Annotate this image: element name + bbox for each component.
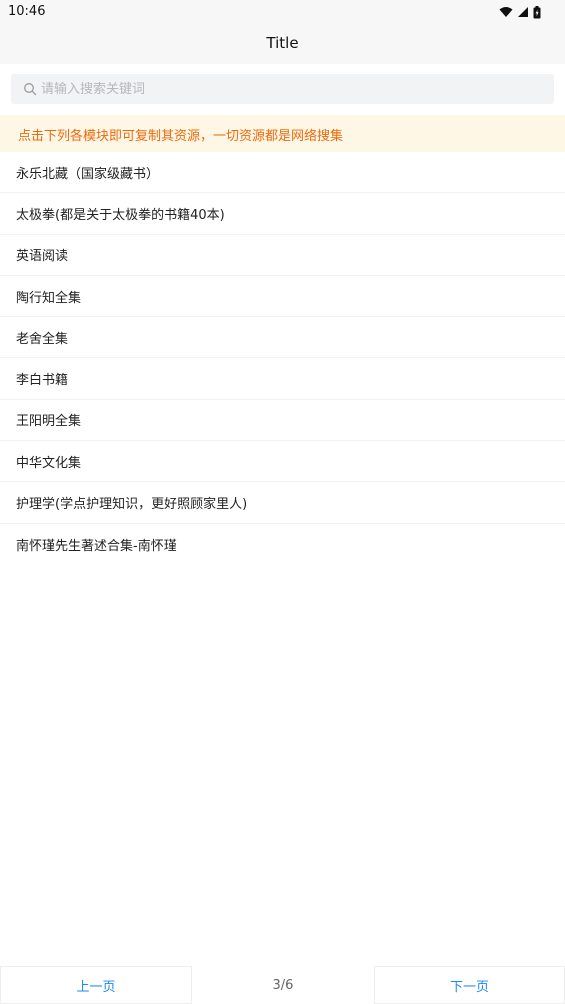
list-item[interactable]: 老舍全集 — [0, 317, 565, 359]
list-item[interactable]: 英语阅读 — [0, 235, 565, 276]
battery-icon — [533, 5, 541, 18]
list-item[interactable]: 王阳明全集 — [0, 400, 565, 442]
page-indicator: 3/6 — [272, 977, 294, 993]
notice-bar: 点击下列各模块即可复制其资源，一切资源都是网络搜集 — [0, 115, 565, 152]
wifi-icon — [499, 7, 513, 17]
next-page-button[interactable]: 下一页 — [374, 966, 565, 1004]
prev-page-button[interactable]: 上一页 — [0, 966, 192, 1004]
page-title: Title — [266, 34, 299, 52]
list-item[interactable]: 太极拳(都是关于太极拳的书籍40本) — [0, 193, 565, 235]
resource-list: 永乐北藏（国家级藏书） 太极拳(都是关于太极拳的书籍40本) 英语阅读 陶行知全… — [0, 152, 565, 565]
status-time: 10:46 — [8, 4, 46, 19]
search-bar — [0, 64, 565, 114]
status-icons — [499, 5, 541, 19]
search-icon — [24, 83, 37, 96]
signal-icon — [518, 7, 528, 17]
search-box[interactable] — [11, 74, 554, 104]
nav-bar: Title — [0, 24, 565, 64]
pagination: 上一页 3/6 下一页 — [0, 966, 565, 1004]
notice-text: 点击下列各模块即可复制其资源，一切资源都是网络搜集 — [18, 129, 344, 144]
list-item[interactable]: 护理学(学点护理知识，更好照顾家里人) — [0, 482, 565, 524]
list-item[interactable]: 永乐北藏（国家级藏书） — [0, 152, 565, 194]
list-item[interactable]: 中华文化集 — [0, 441, 565, 483]
list-item[interactable]: 南怀瑾先生著述合集-南怀瑾 — [0, 524, 565, 565]
search-input[interactable] — [41, 74, 541, 104]
list-item[interactable]: 陶行知全集 — [0, 276, 565, 318]
list-item[interactable]: 李白书籍 — [0, 358, 565, 400]
status-bar: 10:46 — [0, 0, 565, 24]
